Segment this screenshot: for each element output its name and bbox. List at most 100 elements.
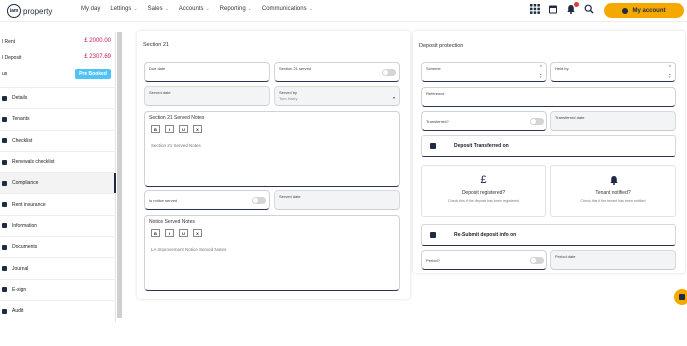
bar-label: Re-Submit deposit info on — [454, 232, 517, 238]
transferred-toggle[interactable] — [530, 118, 544, 125]
rent-value: £ 2000.00 — [84, 38, 111, 44]
bold-button[interactable]: B — [151, 229, 160, 237]
underline-button[interactable]: U — [179, 125, 188, 133]
sidebar-item-checklist[interactable]: Checklist — [0, 129, 116, 151]
top-icons — [530, 2, 602, 14]
deposit-transferred-bar[interactable]: Deposit Transferred on — [421, 135, 676, 157]
underline-button[interactable]: U — [179, 229, 188, 237]
served-by-select[interactable]: Served by Tom Harry ▾ — [274, 86, 400, 106]
card-title: Tenant notified? — [595, 190, 631, 196]
sidebar-item-compliance[interactable]: Compliance — [0, 172, 116, 194]
chevron-down-icon: ▾ — [392, 95, 395, 100]
info-icon — [2, 223, 7, 229]
nav-my-day[interactable]: My day — [81, 6, 100, 12]
calendar-icon[interactable] — [548, 4, 558, 14]
notice-served-toggle[interactable] — [252, 197, 266, 204]
reference-input[interactable]: Reference — [421, 87, 676, 107]
resubmit-deposit-bar[interactable]: Re-Submit deposit info on — [421, 224, 676, 246]
save-fab-button[interactable] — [674, 289, 687, 305]
sidebar-item-label: Tenants — [12, 116, 30, 123]
editor-content[interactable]: LA Improvement Notice Served Notes — [151, 247, 226, 252]
search-icon[interactable] — [584, 4, 594, 14]
scrollbar-thumb[interactable] — [117, 32, 122, 318]
field-label: Held by — [555, 66, 569, 71]
sidebar-item-journal[interactable]: Journal — [0, 257, 116, 278]
grid-icon[interactable] — [530, 4, 540, 14]
due-date-field[interactable]: Due date — [144, 62, 270, 82]
notification-badge — [574, 2, 579, 7]
journal-icon — [2, 266, 7, 272]
scheme-select[interactable]: Scheme * ▴ ▾ — [421, 62, 547, 82]
card-subtitle: Check this if the deposit has been regis… — [448, 199, 519, 203]
field-label: Is notice served — [149, 198, 178, 203]
nav-communications[interactable]: Communications ⌄ — [262, 6, 313, 12]
nav-accounts[interactable]: Accounts ⌄ — [179, 6, 210, 12]
status-badge: Pre Booked — [75, 69, 111, 79]
editor-toolbar: B I U X — [151, 229, 207, 237]
sidebar-scrollbar[interactable] — [117, 32, 122, 318]
sidebar-item-tenants[interactable]: Tenants — [0, 108, 116, 129]
my-account-label: My account — [632, 7, 666, 14]
chevron-down-icon: ⌄ — [308, 6, 313, 12]
field-label: Served by — [279, 90, 298, 95]
my-account-button[interactable]: My account — [604, 3, 684, 18]
bell-icon[interactable] — [566, 2, 579, 14]
field-label: Scheme — [426, 66, 441, 71]
italic-button[interactable]: I — [165, 125, 174, 133]
nav-label: Lettings — [110, 6, 132, 12]
sidebar-item-rent-insurance[interactable]: Rent insurance — [0, 193, 116, 214]
logo-property: property — [23, 6, 53, 16]
bold-button[interactable]: B — [151, 125, 160, 133]
sidebar-item-label: Journal — [12, 265, 29, 272]
sidebar-item-esign[interactable]: E-sign — [0, 278, 116, 300]
deposit-panel: Deposit protection Scheme * ▴ ▾ Held by *… — [413, 31, 685, 273]
section21-served-toggle[interactable] — [382, 69, 396, 76]
held-by-select[interactable]: Held by * ▴ ▾ — [550, 62, 676, 82]
sidebar-item-label: Checklist — [12, 137, 33, 144]
transferred-field: Transferred? — [421, 111, 547, 131]
field-label: Served date — [279, 194, 301, 199]
editor-label: Notice Served Notes — [149, 219, 195, 225]
nav-lettings[interactable]: Lettings ⌄ — [110, 6, 137, 12]
italic-button[interactable]: I — [165, 229, 174, 237]
editor-content[interactable]: Section 21 Served Notes — [151, 143, 201, 148]
period-field: Period? — [421, 250, 547, 270]
sidebar-item-audit[interactable]: Audit — [0, 299, 116, 321]
renew-icon — [2, 159, 7, 165]
served-date2-field[interactable]: Served date — [274, 190, 400, 210]
period-toggle[interactable] — [530, 257, 544, 264]
sidebar-item-label: E-sign — [12, 286, 27, 293]
calendar-icon — [430, 232, 436, 238]
logo[interactable]: iam property — [7, 3, 52, 19]
sidebar-item-information[interactable]: Information — [0, 214, 116, 236]
tenant-notified-card[interactable]: Tenant notified? Check this if the tenan… — [550, 165, 676, 217]
field-label: Served date — [149, 90, 171, 95]
sidebar-item-details[interactable]: Details — [0, 87, 116, 108]
deposit-label: l Deposit — [2, 55, 22, 61]
served-by-value: Tom Harry — [279, 96, 298, 101]
sidebar-item-label: Renewals checklist — [12, 159, 55, 166]
notice-notes-editor[interactable]: Notice Served Notes B I U X LA Improveme… — [144, 215, 400, 291]
clear-format-button[interactable]: X — [193, 229, 202, 237]
transferred-date-field[interactable]: Transferred date — [550, 111, 676, 131]
spinner-icon: ▴ ▾ — [540, 72, 542, 79]
nav-sales[interactable]: Sales ⌄ — [148, 6, 169, 12]
sidebar-item-documents[interactable]: Documents — [0, 236, 116, 257]
clear-format-button[interactable]: X — [193, 125, 202, 133]
chevron-down-icon: ⌄ — [164, 6, 169, 12]
section21-title: Section 21 — [143, 42, 169, 48]
nav-reporting[interactable]: Reporting ⌄ — [220, 6, 252, 12]
served-date-field[interactable]: Served date — [144, 86, 270, 106]
section21-served-field: Section 21 served — [274, 62, 400, 82]
deposit-registered-card[interactable]: £ Deposit registered? Check this if the … — [421, 165, 546, 217]
field-label: Transferred date — [555, 115, 585, 120]
shield-icon — [2, 202, 7, 208]
field-label: Transferred? — [426, 119, 449, 124]
section21-notes-editor[interactable]: Section 21 Served Notes B I U X Section … — [144, 111, 400, 187]
deposit-value: £ 2307.69 — [84, 54, 111, 60]
calendar-icon — [430, 143, 436, 149]
home-icon — [2, 95, 7, 101]
top-bar: iam property My day Lettings ⌄ Sales ⌄ Acc… — [0, 0, 687, 22]
sidebar-item-renewals[interactable]: Renewals checklist — [0, 150, 116, 172]
period-date-field[interactable]: Period date — [550, 250, 676, 270]
